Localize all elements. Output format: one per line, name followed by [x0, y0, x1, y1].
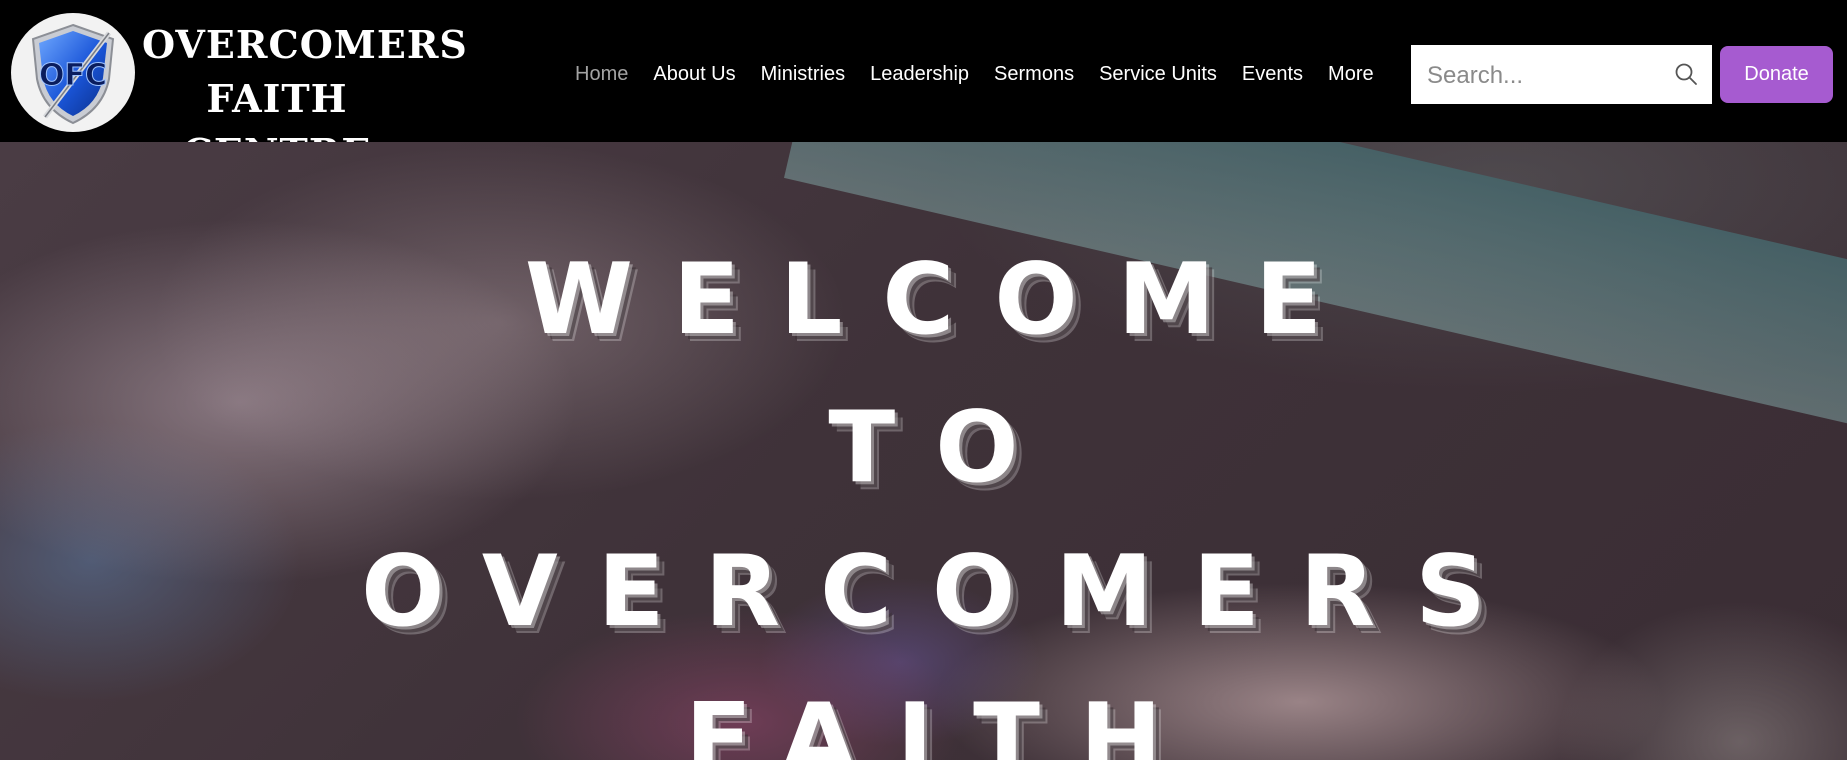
search-box: [1411, 45, 1712, 106]
nav-item-sermons[interactable]: Sermons: [994, 63, 1074, 86]
donate-button[interactable]: Donate: [1720, 46, 1833, 103]
hero-section: WELCOME TO OVERCOMERS FAITH: [0, 142, 1847, 760]
brand-name-line1: OVERCOMERS: [142, 22, 468, 67]
nav-item-more[interactable]: More: [1328, 63, 1374, 86]
site-logo[interactable]: OFC: [11, 13, 135, 132]
hero-title-line4: FAITH: [685, 683, 1202, 760]
nav-item-ministries[interactable]: Ministries: [761, 63, 845, 86]
search-icon[interactable]: [1674, 62, 1698, 86]
nav-item-leadership[interactable]: Leadership: [870, 63, 969, 86]
logo-text: OFC: [39, 58, 107, 93]
nav-item-service-units[interactable]: Service Units: [1099, 63, 1217, 86]
main-nav: Home About Us Ministries Leadership Serm…: [575, 57, 1374, 91]
nav-item-about-us[interactable]: About Us: [653, 63, 735, 86]
hero-title-line2: TO: [828, 391, 1059, 505]
page: OFC OVERCOMERS FAITH CENTRE Home About U…: [0, 0, 1847, 760]
hero-title-line1: WELCOME: [524, 243, 1363, 357]
search-input[interactable]: [1425, 45, 1669, 106]
shield-logo-icon: OFC: [15, 14, 131, 131]
site-header: OFC OVERCOMERS FAITH CENTRE Home About U…: [0, 0, 1847, 175]
nav-item-events[interactable]: Events: [1242, 63, 1303, 86]
nav-item-home[interactable]: Home: [575, 63, 628, 86]
hero-title-line3: OVERCOMERS: [361, 535, 1526, 649]
